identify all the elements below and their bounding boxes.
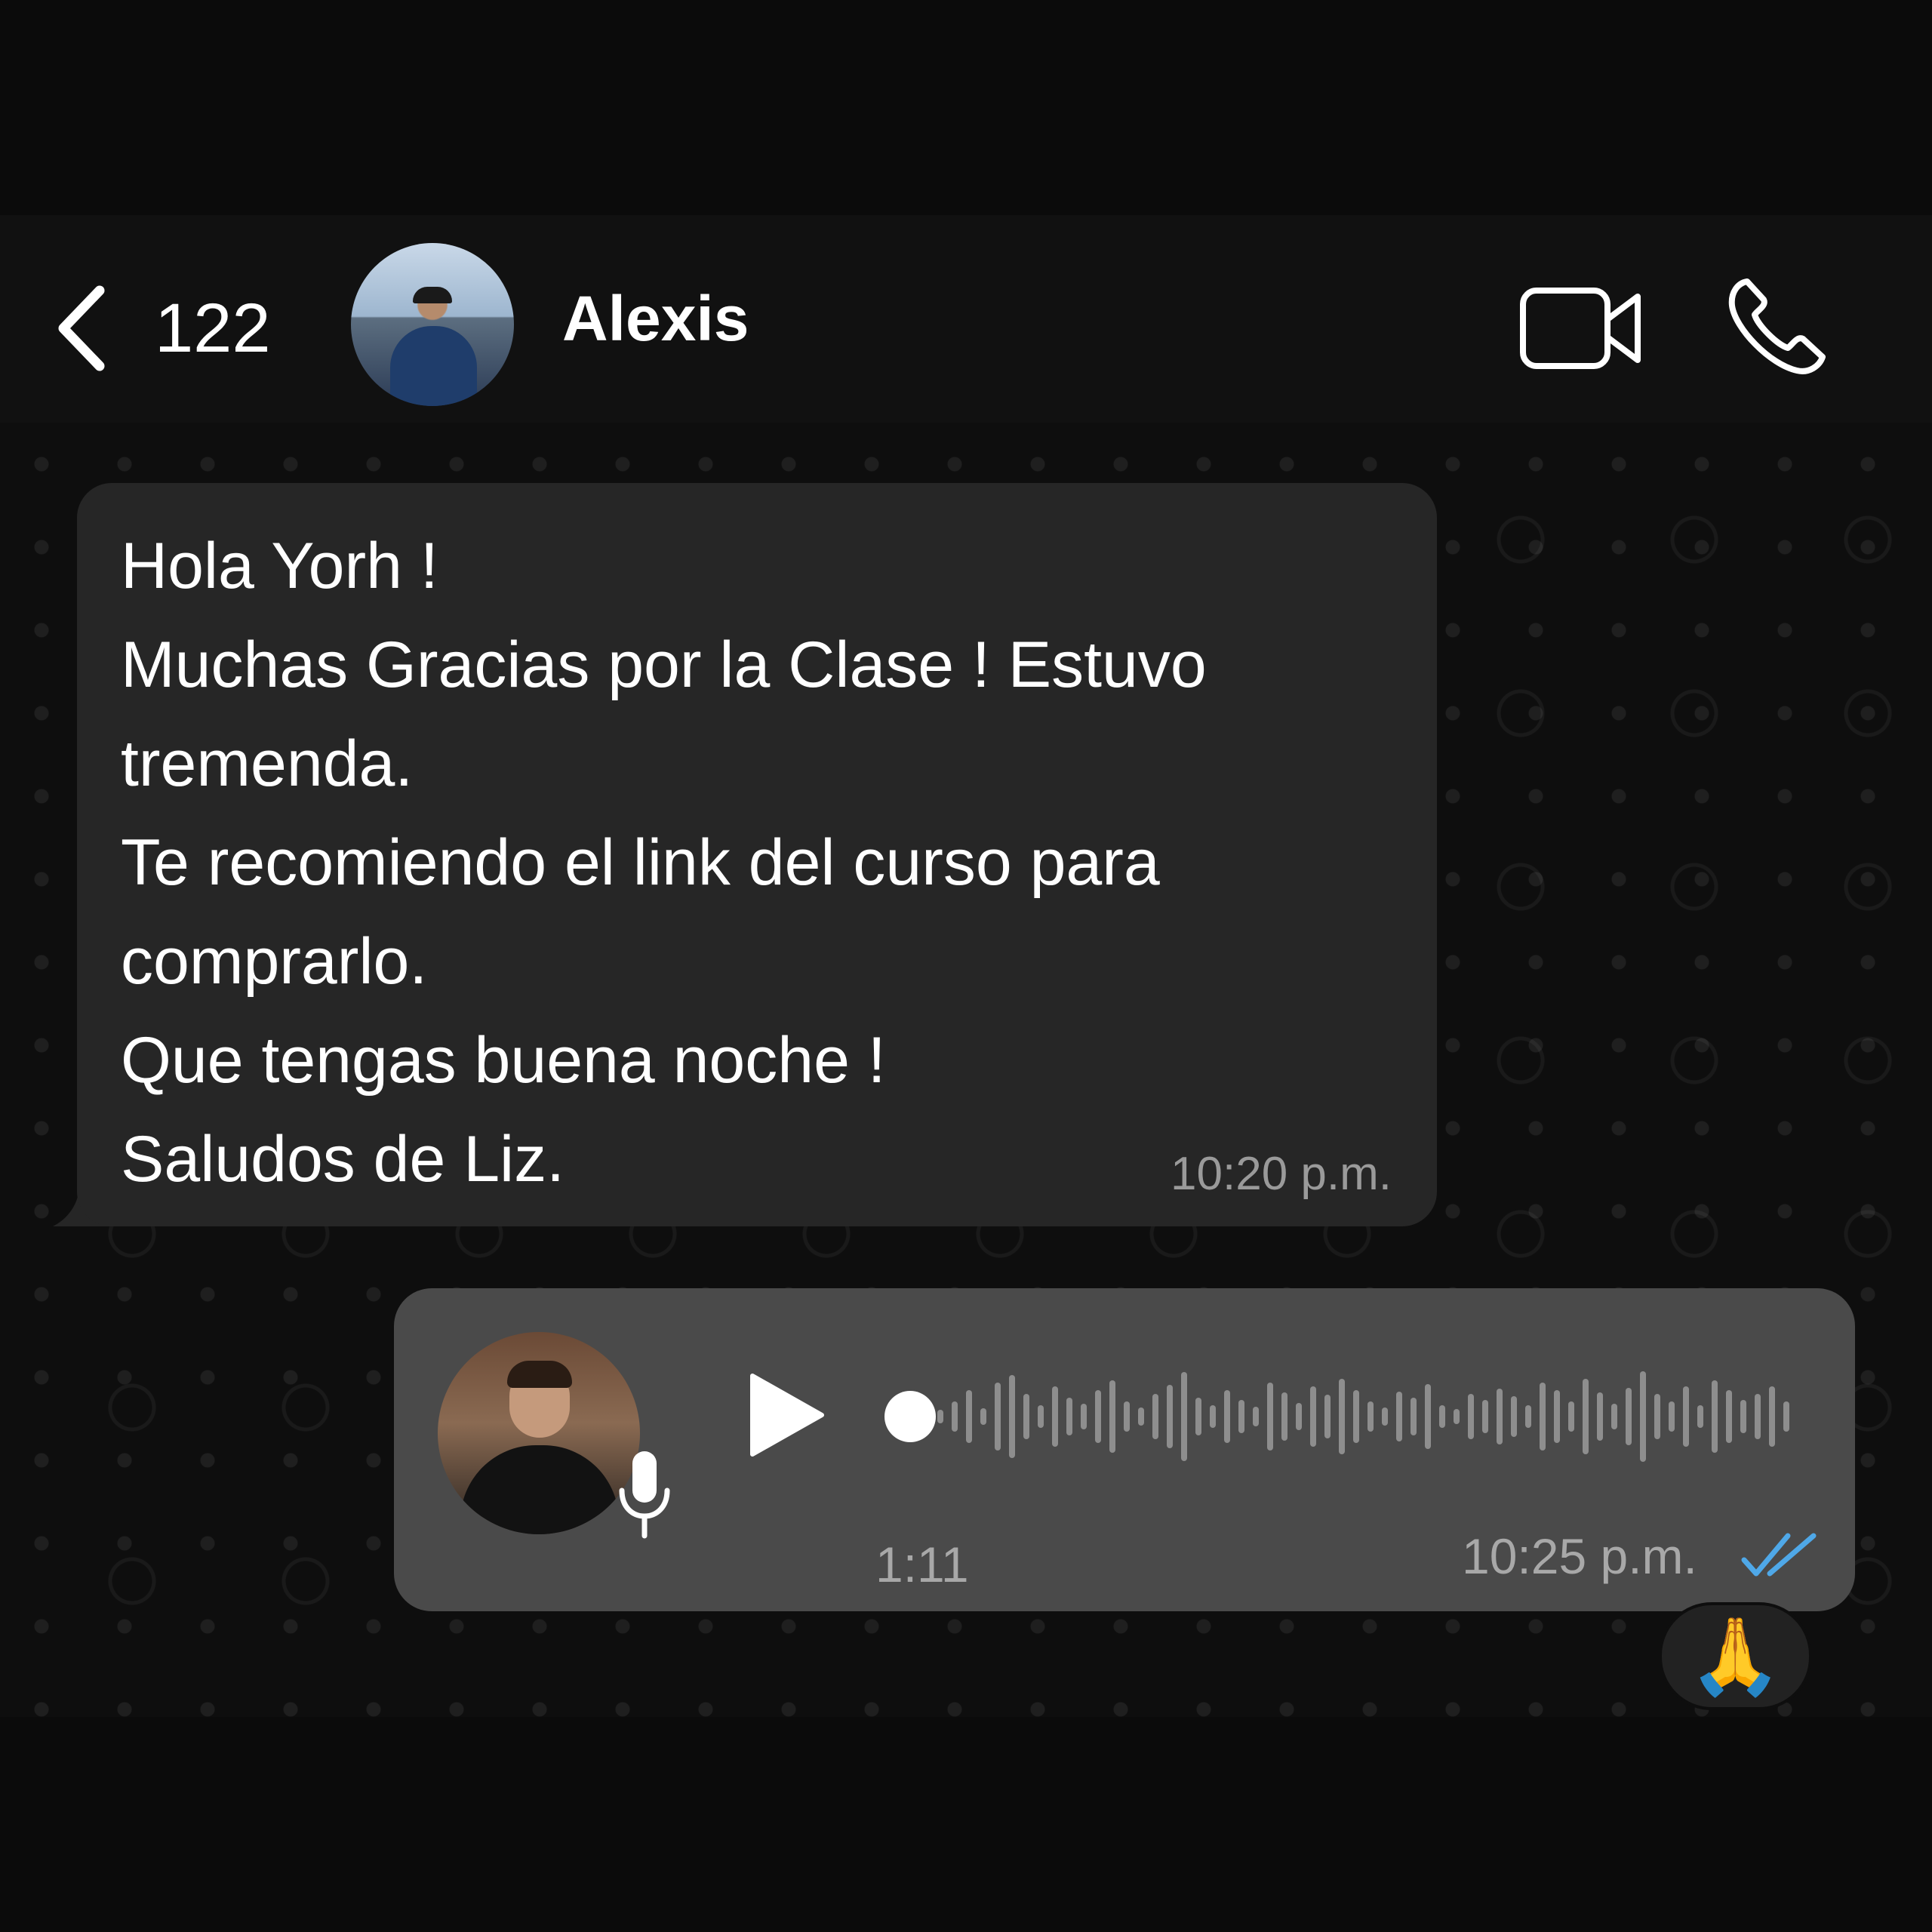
waveform-bar xyxy=(1052,1386,1058,1447)
avatar-figure xyxy=(460,1445,619,1534)
waveform-bar xyxy=(1181,1372,1187,1461)
waveform-bar xyxy=(1195,1398,1201,1435)
message-line: Muchas Gracias por la Clase ! Estuvo xyxy=(121,629,1207,701)
waveform-bar xyxy=(1568,1401,1574,1432)
waveform-bar xyxy=(1669,1401,1675,1432)
double-check-icon xyxy=(1741,1533,1817,1577)
avatar-hair xyxy=(507,1361,572,1388)
message-line: tremenda. xyxy=(121,728,414,800)
video-camera-icon[interactable] xyxy=(1517,283,1645,374)
message-line: comprarlo. xyxy=(121,925,428,998)
voice-duration: 1:11 xyxy=(875,1537,969,1592)
waveform-bar xyxy=(1167,1385,1173,1448)
waveform-bar xyxy=(1439,1405,1445,1428)
incoming-message[interactable]: Hola Yorh ! Muchas Gracias por la Clase … xyxy=(77,483,1437,1226)
waveform-bar xyxy=(1583,1379,1589,1454)
message-line: Te recomiendo el link del curso para xyxy=(121,826,1160,899)
waveform-bar xyxy=(1281,1392,1287,1441)
waveform-bar xyxy=(1382,1407,1388,1426)
waveform-bar xyxy=(1511,1396,1517,1437)
waveform-bar xyxy=(1296,1403,1302,1430)
message-line: Que tengas buena noche ! xyxy=(121,1024,886,1097)
contact-avatar[interactable] xyxy=(351,243,514,406)
waveform-bar xyxy=(1611,1404,1617,1429)
audio-waveform[interactable] xyxy=(884,1356,1805,1477)
waveform-bar xyxy=(995,1383,1001,1451)
waveform-bar xyxy=(1238,1400,1244,1433)
waveform-bar xyxy=(952,1401,958,1432)
waveform-bar xyxy=(1468,1394,1474,1439)
waveform-bar xyxy=(1109,1380,1115,1453)
playback-handle[interactable] xyxy=(884,1391,936,1442)
waveform-bar xyxy=(1697,1405,1703,1428)
waveform-bar xyxy=(1353,1390,1359,1443)
waveform-bar xyxy=(1095,1390,1101,1443)
phone-icon[interactable] xyxy=(1724,275,1830,377)
message-line: Hola Yorh ! xyxy=(121,530,438,602)
avatar-figure xyxy=(390,326,477,406)
waveform-bar xyxy=(1769,1386,1775,1447)
waveform-bar xyxy=(1367,1401,1374,1432)
microphone-icon xyxy=(619,1451,670,1539)
waveform-bar xyxy=(1081,1404,1087,1429)
waveform-bar xyxy=(1425,1384,1431,1449)
unread-count: 122 xyxy=(155,290,271,367)
waveform-bar xyxy=(1683,1386,1689,1447)
waveform-bar xyxy=(1310,1386,1316,1447)
waveform-bar xyxy=(1009,1375,1015,1458)
waveform-bar xyxy=(1783,1401,1789,1432)
waveform-bar xyxy=(1038,1405,1044,1428)
voice-message[interactable]: 1:11 10:25 p.m. xyxy=(394,1288,1855,1611)
waveform-bar xyxy=(1755,1394,1761,1439)
waveform-bar xyxy=(1740,1400,1746,1433)
waveform-bar xyxy=(1066,1398,1072,1435)
message-text: Hola Yorh ! Muchas Gracias por la Clase … xyxy=(121,517,1419,1209)
play-icon[interactable] xyxy=(745,1370,828,1460)
waveform-bar xyxy=(1654,1394,1660,1439)
message-reaction[interactable]: 🙏 xyxy=(1659,1602,1812,1710)
waveform-bar xyxy=(1540,1383,1546,1451)
avatar-cap xyxy=(413,287,452,303)
waveform-bar xyxy=(1124,1401,1130,1432)
waveform-bar xyxy=(937,1410,943,1423)
waveform-bar xyxy=(1396,1392,1402,1441)
waveform-bar xyxy=(1454,1409,1460,1424)
waveform-bar xyxy=(1023,1394,1029,1439)
waveform-bar xyxy=(1554,1390,1560,1443)
waveform-bar xyxy=(1152,1394,1158,1439)
waveform-bar xyxy=(1267,1383,1273,1451)
waveform-bar xyxy=(1525,1405,1531,1428)
chat-header: 122 Alexis xyxy=(0,215,1932,423)
back-button[interactable]: 122 xyxy=(53,283,271,374)
waveform-bar xyxy=(1411,1398,1417,1435)
waveform-bar xyxy=(966,1390,972,1443)
message-timestamp: 10:25 p.m. xyxy=(1462,1528,1697,1584)
waveform-bar xyxy=(1224,1390,1230,1443)
waveform-bar xyxy=(1339,1379,1345,1454)
waveform-bar xyxy=(1253,1407,1259,1426)
waveform-bar xyxy=(1210,1405,1216,1428)
waveform-bar xyxy=(1640,1371,1646,1462)
waveform-bar xyxy=(980,1408,986,1425)
waveform-bar xyxy=(1482,1400,1488,1433)
waveform-bar xyxy=(1626,1388,1632,1445)
waveform-bar xyxy=(1324,1395,1331,1438)
chevron-left-icon xyxy=(58,285,105,371)
sender-avatar xyxy=(438,1332,640,1534)
waveform-bar xyxy=(1726,1390,1732,1443)
waveform-bar xyxy=(1497,1389,1503,1444)
message-timestamp: 10:20 p.m. xyxy=(1171,1148,1392,1200)
contact-name[interactable]: Alexis xyxy=(562,287,749,350)
waveform-bar xyxy=(1597,1392,1603,1441)
waveform-bar xyxy=(1712,1380,1718,1453)
waveform-bar xyxy=(1138,1407,1144,1426)
